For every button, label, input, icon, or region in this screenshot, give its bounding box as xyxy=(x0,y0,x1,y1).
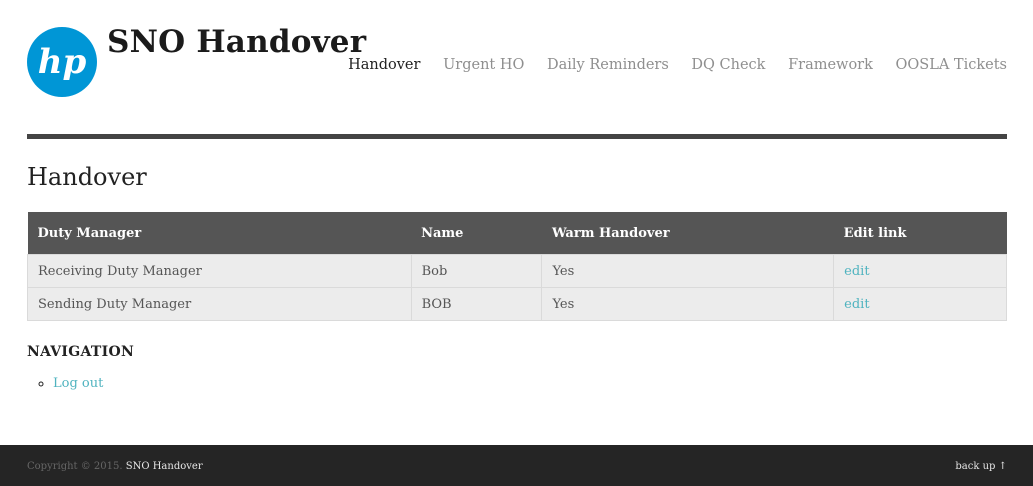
header-divider xyxy=(27,134,1007,139)
cell-edit: edit xyxy=(833,254,1007,288)
page-title: Handover xyxy=(27,163,147,191)
footer-site-name: SNO Handover xyxy=(125,461,203,472)
navigation-heading: NAVIGATION xyxy=(27,344,135,360)
nav-handover[interactable]: Handover xyxy=(348,57,420,73)
copyright: Copyright © 2015. SNO Handover xyxy=(27,461,203,472)
nav-daily-reminders[interactable]: Daily Reminders xyxy=(547,57,669,73)
column-header-name: Name xyxy=(411,212,542,255)
cell-edit: edit xyxy=(833,287,1007,321)
table-row: Sending Duty Manager BOB Yes edit xyxy=(27,287,1007,321)
hp-logo-icon[interactable]: hp xyxy=(27,27,97,97)
column-header-edit-link: Edit link xyxy=(833,212,1007,255)
site-header: hp SNO Handover Handover Urgent HO Daily… xyxy=(27,0,1007,134)
logout-link[interactable]: Log out xyxy=(53,376,103,391)
table-header-row: Duty Manager Name Warm Handover Edit lin… xyxy=(27,212,1007,255)
table-row: Receiving Duty Manager Bob Yes edit xyxy=(27,254,1007,288)
svg-text:hp: hp xyxy=(38,42,87,82)
column-header-warm-handover: Warm Handover xyxy=(541,212,834,255)
copyright-text: Copyright © 2015. xyxy=(27,461,123,472)
cell-warm-handover: Yes xyxy=(541,287,835,321)
site-title[interactable]: SNO Handover xyxy=(107,24,366,60)
column-header-duty-manager: Duty Manager xyxy=(27,212,412,255)
list-item: Log out xyxy=(53,376,103,391)
navigation-list: Log out xyxy=(27,376,103,391)
nav-dq-check[interactable]: DQ Check xyxy=(691,57,765,73)
cell-name: Bob xyxy=(410,254,543,288)
site-footer: Copyright © 2015. SNO Handover back up ↑ xyxy=(0,445,1033,486)
cell-warm-handover: Yes xyxy=(541,254,835,288)
edit-link[interactable]: edit xyxy=(844,297,869,312)
back-up-link[interactable]: back up ↑ xyxy=(955,461,1007,472)
edit-link[interactable]: edit xyxy=(844,264,869,279)
cell-name: BOB xyxy=(410,287,543,321)
main-nav: Handover Urgent HO Daily Reminders DQ Ch… xyxy=(330,57,1007,73)
cell-duty-manager: Sending Duty Manager xyxy=(27,287,412,321)
nav-urgent-ho[interactable]: Urgent HO xyxy=(443,57,524,73)
handover-table: Duty Manager Name Warm Handover Edit lin… xyxy=(27,212,1007,321)
cell-duty-manager: Receiving Duty Manager xyxy=(27,254,412,288)
nav-framework[interactable]: Framework xyxy=(788,57,873,73)
nav-oosla-tickets[interactable]: OOSLA Tickets xyxy=(896,57,1007,73)
